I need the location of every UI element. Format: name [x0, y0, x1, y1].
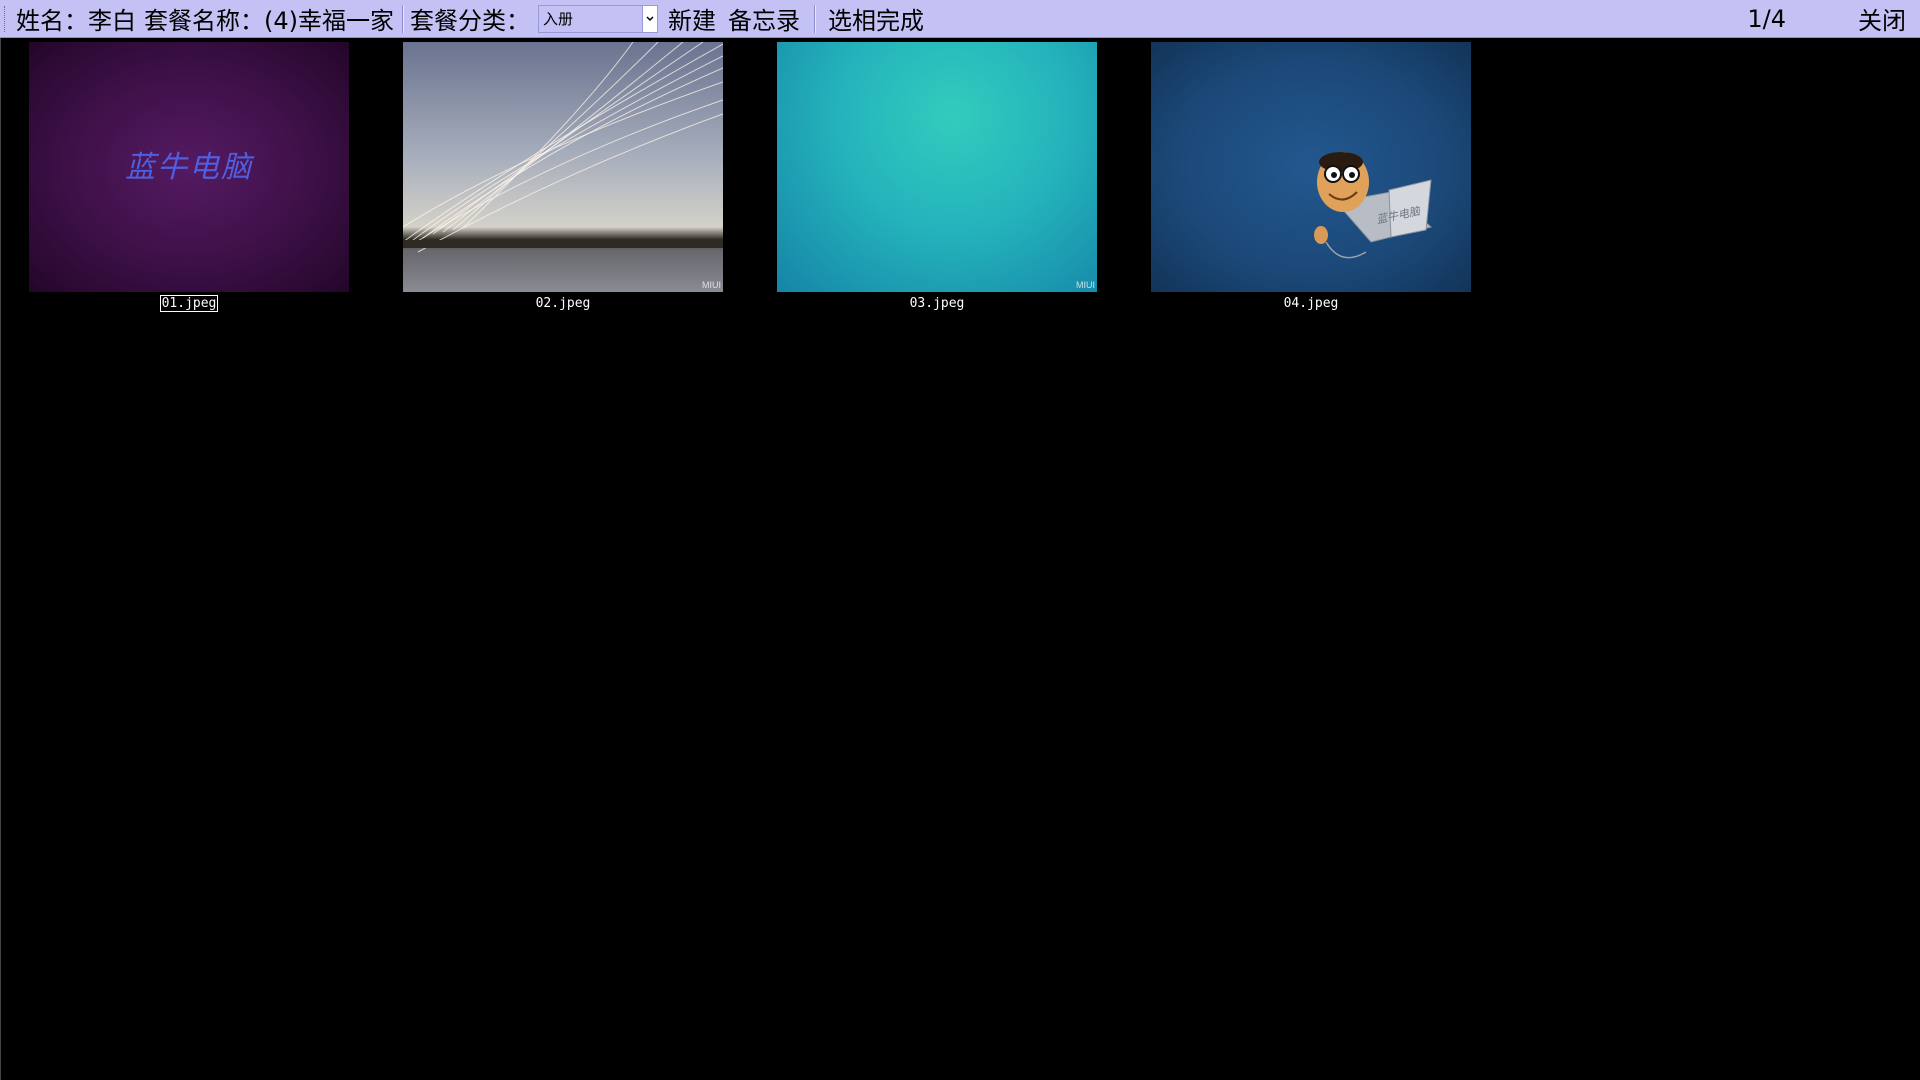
- top-toolbar: 姓名：李白 套餐名称：(4)幸福一家 套餐分类： 入册 新建 备忘录 选相完成 …: [0, 0, 1920, 38]
- memo-button[interactable]: 备忘录: [722, 1, 806, 36]
- toolbar-separator: [814, 4, 816, 33]
- thumbnail-card[interactable]: MIUI 02.jpeg: [403, 42, 723, 316]
- thumbnail-filename: 01.jpeg: [159, 295, 219, 312]
- thumbnail-image[interactable]: MIUI: [403, 42, 723, 292]
- close-button[interactable]: 关闭: [1852, 1, 1912, 36]
- watermark-text: MIUI: [1076, 280, 1095, 290]
- new-button[interactable]: 新建: [662, 1, 722, 36]
- customer-name-label: 姓名：李白: [16, 7, 136, 35]
- toolbar-separator: [402, 4, 404, 33]
- logo-text: 蓝牛电脑: [125, 150, 253, 185]
- thumbnail-filename: 02.jpeg: [535, 296, 591, 311]
- category-label: 套餐分类：: [410, 7, 530, 35]
- chevron-down-icon[interactable]: [642, 5, 657, 32]
- cartoon-character-graphic: [1314, 152, 1433, 259]
- toolbar-grip[interactable]: [4, 5, 8, 32]
- package-name-label: 套餐名称：(4)幸福一家: [144, 7, 394, 35]
- thumbnail-filename: 03.jpeg: [909, 296, 965, 311]
- selection-done-button[interactable]: 选相完成: [822, 1, 930, 36]
- thumbnail-gallery: 蓝牛电脑 01.jpeg MIUI 02.jpeg MIUI 03.jpeg 蓝…: [0, 38, 1920, 1080]
- thumbnail-image[interactable]: 蓝牛电脑: [29, 42, 349, 292]
- thumbnail-card[interactable]: 蓝牛电脑 04.jpeg: [1151, 42, 1471, 316]
- category-select-value: 入册: [543, 10, 574, 28]
- thumbnail-card[interactable]: MIUI 03.jpeg: [777, 42, 1097, 316]
- category-select[interactable]: 入册: [538, 4, 658, 33]
- thumbnail-card[interactable]: 蓝牛电脑 01.jpeg: [29, 42, 349, 316]
- star-trails-graphic: [403, 42, 723, 253]
- watermark-text: MIUI: [702, 280, 721, 290]
- thumbnail-image[interactable]: 蓝牛电脑: [1151, 42, 1471, 292]
- page-indicator: 1/4: [1747, 4, 1786, 33]
- thumbnail-image[interactable]: MIUI: [777, 42, 1097, 292]
- thumbnail-filename: 04.jpeg: [1283, 296, 1339, 311]
